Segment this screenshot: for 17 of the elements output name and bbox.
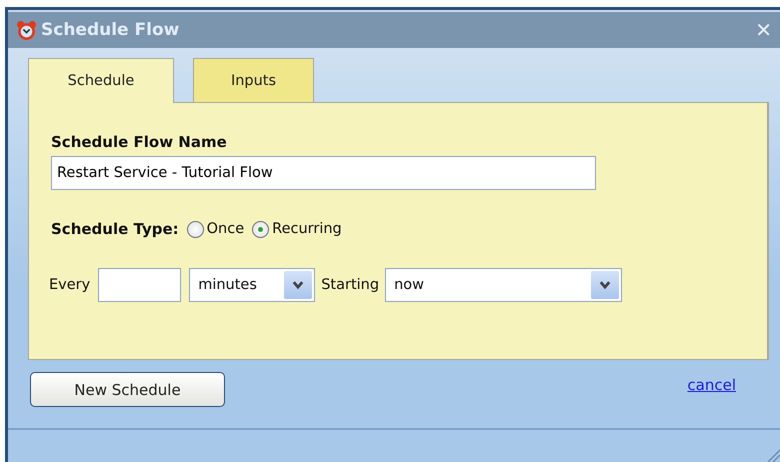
field-label: Schedule Flow Name xyxy=(51,133,228,151)
field-label: Starting xyxy=(321,277,380,293)
input-field[interactable]: Restart Service - Tutorial Flow xyxy=(51,156,596,190)
dropdown[interactable]: minutes xyxy=(189,268,316,302)
field-label: Schedule Type: xyxy=(51,220,179,238)
cancel-link[interactable]: cancel xyxy=(687,376,736,394)
field-label: Every xyxy=(49,277,90,293)
tab[interactable]: Inputs xyxy=(193,58,314,102)
tab[interactable]: Schedule xyxy=(28,58,174,103)
window-title: Schedule Flow xyxy=(41,20,180,40)
radio-option[interactable]: Recurring xyxy=(252,220,342,238)
radio-option[interactable]: Once xyxy=(186,220,244,238)
alarm-clock-icon xyxy=(16,20,37,40)
dropdown[interactable]: now xyxy=(385,268,622,302)
input-field[interactable] xyxy=(98,268,182,302)
resize-grip-icon xyxy=(766,448,780,462)
new-schedule-button[interactable]: New Schedule xyxy=(30,372,225,407)
